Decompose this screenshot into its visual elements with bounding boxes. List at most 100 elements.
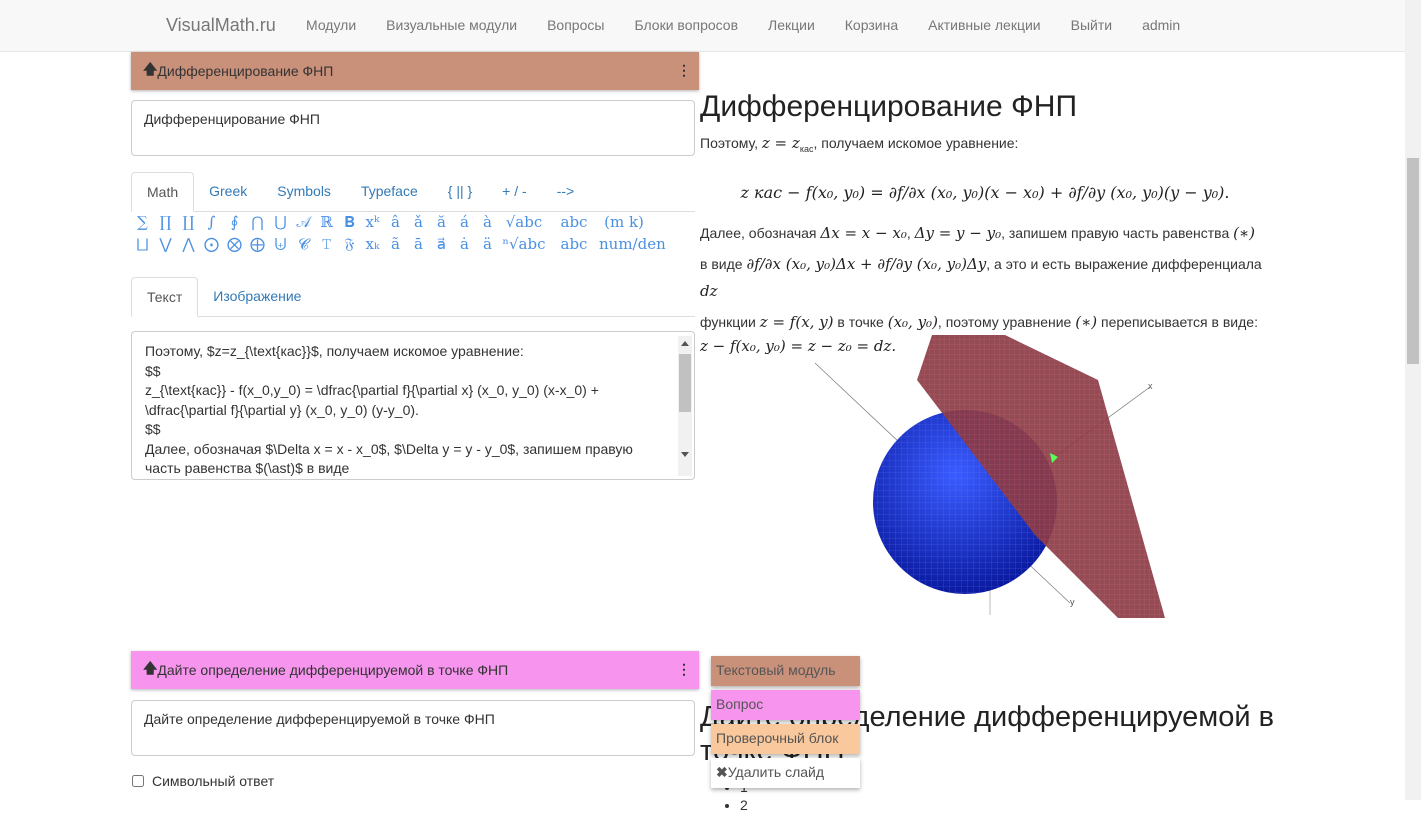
symbol-button[interactable]: ⋃ (269, 213, 292, 235)
symbol-button[interactable]: √abc (499, 213, 549, 235)
brand-link[interactable]: VisualMath.ru (166, 15, 276, 36)
symbol-palette: ∑ ∏ ∐ ∫ ∮ ⋂ ⋃ 𝒜 ℝ 𝐁xᵏ â ǎ ă á à √abc abc (m k) ⨆ ⋁ ⋀ ⨀ ⨂ ⨁ ⨄ 𝓒 𝚃 𝔉x… (131, 213, 666, 257)
symbol-button[interactable]: a⃗ (430, 235, 453, 257)
slide-title-input[interactable]: Дайте определение дифференцируемой в точ… (131, 700, 695, 756)
symbolic-answer-checkbox[interactable] (132, 775, 144, 787)
symbol-button[interactable]: ⨂ (223, 235, 246, 257)
editor-line: \dfrac{\partial f}{\partial y} (x_0, y_0… (145, 401, 419, 418)
symbol-button[interactable]: ∑ (131, 213, 154, 235)
nav-item[interactable]: Блоки вопросов (619, 17, 753, 33)
menu-item-3[interactable]: ✖Удалить слайд (711, 758, 860, 788)
symbol-button[interactable]: ⋁ (154, 235, 177, 257)
menu-item-0[interactable]: Текстовый модуль (711, 656, 860, 686)
symbol-button[interactable]: 𝚃 (315, 235, 338, 257)
symbol-button[interactable]: ȧ (453, 235, 476, 257)
editor-line: z_{\text{кас}} - f(x_0,y_0) = \dfrac{\pa… (145, 382, 599, 398)
symbol-button[interactable]: ⨄ (269, 235, 292, 257)
page-scrollbar[interactable] (1405, 0, 1421, 800)
menu-item-label: Текстовый модуль (716, 662, 836, 678)
tab-editor[interactable]: Typeface (346, 172, 433, 211)
more-vertical-icon[interactable]: ⋮ (677, 62, 691, 79)
symbol-button[interactable]: ä (476, 235, 499, 257)
nav-menu: Модули Визуальные модули Вопросы Блоки вопр… (291, 17, 1195, 33)
editor-line: $$ (145, 362, 161, 379)
symbol-button[interactable]: abc (549, 213, 599, 235)
preview-text: Поэтому, z = zкас, получаем искомое урав… (700, 130, 1270, 356)
slide-title-input[interactable]: Дифференцирование ФНП (131, 100, 695, 156)
symbol-button[interactable]: ∮ (223, 213, 246, 235)
symbol-button[interactable]: ⨁ (246, 235, 269, 257)
slide-header-title: Дифференцирование ФНП (157, 63, 334, 79)
editor-line: Поэтому, $z=z_{\text{кас}}$, получаем ис… (145, 343, 524, 359)
tab-editor[interactable]: Greek (194, 172, 262, 211)
symbol-button[interactable]: ⨆ (131, 235, 154, 257)
tab-editor[interactable]: --> (542, 172, 590, 211)
symbol-button[interactable]: ⁿ√abc (499, 235, 549, 257)
tab-content[interactable]: Изображение (198, 277, 316, 316)
close-icon: ✖ (716, 764, 728, 780)
nav-item[interactable]: Выйти (1056, 17, 1127, 33)
editor-scrollbar[interactable] (678, 336, 692, 476)
tab-editor[interactable]: + / - (487, 172, 542, 211)
nav-item[interactable]: Вопросы (532, 17, 619, 33)
menu-item-label: Удалить слайд (727, 764, 825, 780)
slide-header[interactable]: 🡅 Дайте определение дифференцируемой в то… (131, 651, 699, 689)
tab-editor[interactable]: Math (131, 172, 195, 212)
symbol-button[interactable]: ⋀ (177, 235, 200, 257)
tab-content[interactable]: Текст (131, 277, 199, 317)
symbol-button[interactable]: ⋂ (246, 213, 269, 235)
menu-item-2[interactable]: Проверочный блок (711, 724, 860, 754)
checkbox-label: Символьный ответ (152, 773, 275, 789)
symbol-button[interactable]: ǎ (407, 213, 430, 235)
slide-header-title: Дайте определение дифференцируемой в точ… (157, 662, 509, 678)
symbol-button[interactable]: ā (407, 235, 430, 257)
tab-editor[interactable]: { || } (433, 172, 487, 211)
equation: z кас − f(x₀, y₀) = ∂f/∂x (x₀, y₀)(x − x… (740, 182, 1230, 202)
symbol-button[interactable]: 𝔉 (338, 235, 361, 257)
symbol-button[interactable]: num/den (599, 235, 666, 257)
nav-item[interactable]: Модули (291, 17, 371, 33)
symbol-button[interactable]: 𝐁 (338, 213, 361, 235)
svg-text:x: x (1148, 381, 1153, 391)
tab-editor[interactable]: Symbols (262, 172, 346, 211)
symbol-button[interactable]: 𝒜 (292, 213, 315, 235)
list-item: 2 (740, 796, 748, 814)
symbol-button[interactable]: abc (549, 235, 599, 257)
symbol-button[interactable]: ⨀ (200, 235, 223, 257)
editor-tabs: Math Greek Symbols Typeface{ || } + / - --> (131, 172, 695, 212)
symbol-button[interactable]: ∐ (177, 213, 200, 235)
text-editor[interactable]: Поэтому, $z=z_{\text{кас}}$, получаем ис… (131, 331, 695, 480)
symbol-button[interactable]: ∫ (200, 213, 223, 235)
navbar: VisualMath.ru Модули Визуальные модули Воп… (0, 0, 1405, 52)
arrow-up-icon[interactable]: 🡅 (143, 59, 157, 83)
3d-plot-image: x y (814, 335, 1165, 618)
symbol-button[interactable]: à (476, 213, 499, 235)
symbol-button[interactable]: ∏ (154, 213, 177, 235)
nav-item[interactable]: admin (1127, 17, 1195, 33)
editor-line: $$ (145, 421, 161, 437)
symbol-button[interactable]: á (453, 213, 476, 235)
menu-item-1[interactable]: Вопрос (711, 690, 860, 720)
symbol-button[interactable]: xᵏ (361, 213, 384, 235)
menu-item-label: Вопрос (716, 696, 764, 712)
symbol-button[interactable]: ℝ (315, 213, 338, 235)
content-tabs: Текст Изображение (131, 277, 695, 317)
symbol-button[interactable]: â (384, 213, 407, 235)
svg-text:y: y (1070, 597, 1075, 607)
editor-line: часть равенства $(\ast)$ в виде (145, 460, 350, 476)
symbol-button[interactable]: ă (430, 213, 453, 235)
symbol-button[interactable]: 𝓒 (292, 235, 315, 257)
symbol-button[interactable]: (m k) (599, 213, 649, 235)
more-vertical-icon[interactable]: ⋮ (677, 661, 691, 678)
preview-title: Дифференцирование ФНП (700, 90, 1078, 123)
arrow-up-icon[interactable]: 🡅 (143, 658, 157, 682)
nav-item[interactable]: Лекции (753, 17, 830, 33)
nav-item[interactable]: Корзина (830, 17, 913, 33)
slide-header[interactable]: 🡅 Дифференцирование ФНП ⋮ (131, 52, 699, 90)
editor-line: Далее, обозначая $\Delta x = x - x_0$, $… (145, 440, 633, 457)
symbol-button[interactable]: xₖ (361, 235, 384, 257)
nav-item[interactable]: Визуальные модули (371, 17, 532, 33)
symbol-button[interactable]: ã (384, 235, 407, 257)
nav-item[interactable]: Активные лекции (913, 17, 1056, 33)
menu-item-label: Проверочный блок (716, 730, 839, 746)
